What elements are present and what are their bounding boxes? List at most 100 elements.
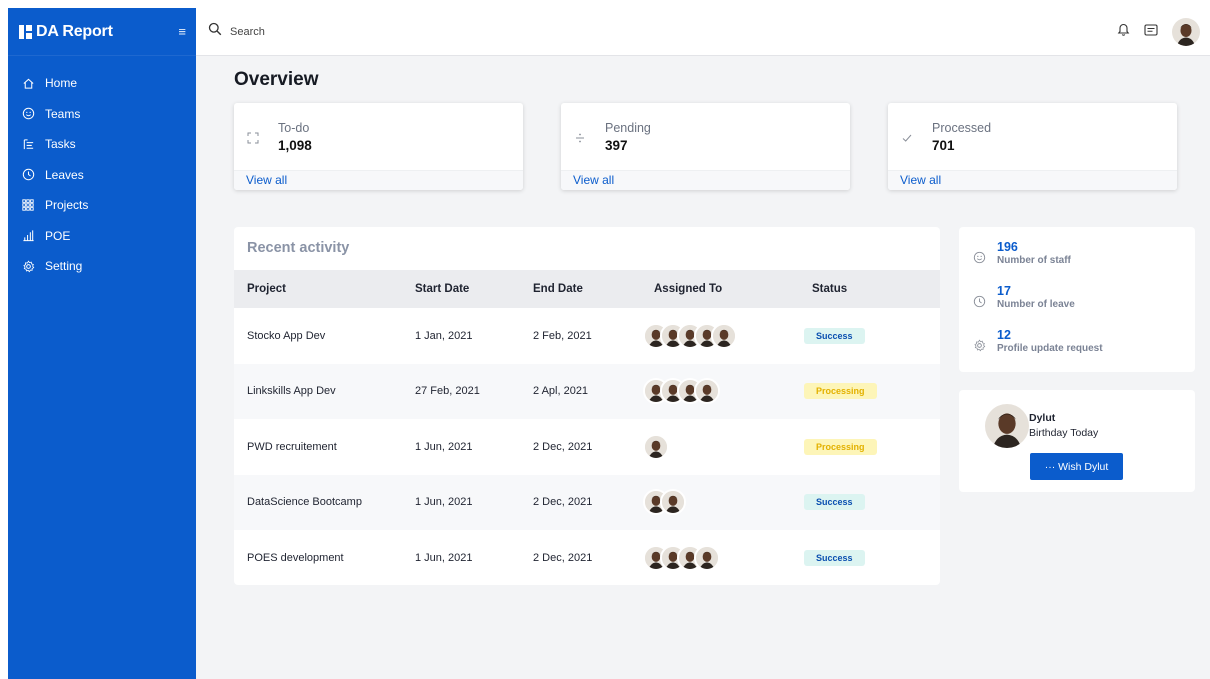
sidebar: DA Report ≡ Home Teams Tasks Leaves Proj… <box>8 8 196 679</box>
assignee-avatar[interactable] <box>660 489 686 516</box>
assignee-avatar[interactable] <box>711 322 737 349</box>
main-content: Overview To-do 1,098 View all Pending <box>196 8 1210 679</box>
topbar-actions <box>1117 17 1200 46</box>
sidebar-item-label: Projects <box>45 198 89 213</box>
clock-icon <box>972 294 986 308</box>
cell-status: Processing <box>804 364 940 420</box>
sidebar-item-leaves[interactable]: Leaves <box>8 160 196 191</box>
cell-assigned-to <box>643 308 804 364</box>
cell-project: PWD recruitement <box>247 440 337 453</box>
recent-activity-panel: Recent activity Project Start Date End D… <box>234 227 940 585</box>
cell-start-date: 1 Jun, 2021 <box>415 496 473 509</box>
sidebar-nav: Home Teams Tasks Leaves Projects POE Set… <box>8 56 196 282</box>
summary-item-leave[interactable]: 17 Number of leave <box>959 284 1195 328</box>
birthday-subtitle: Birthday Today <box>1029 427 1099 439</box>
birthday-name: Dylut <box>1029 412 1056 424</box>
search-icon[interactable] <box>208 22 222 41</box>
assignee-avatar[interactable] <box>694 544 720 571</box>
summary-label: Number of leave <box>997 299 1075 310</box>
column-header-assigned-to: Assigned To <box>654 283 723 295</box>
brand-header: DA Report ≡ <box>8 8 196 56</box>
expand-icon <box>246 131 260 145</box>
stat-label: Pending <box>605 121 651 135</box>
cell-assigned-to <box>643 530 804 585</box>
view-all-link[interactable]: View all <box>888 170 1177 190</box>
search-input[interactable] <box>230 25 530 38</box>
summary-value: 196 <box>997 240 1018 254</box>
cell-project: DataScience Bootcamp <box>247 496 362 509</box>
stat-card-pending: Pending 397 View all <box>561 103 850 190</box>
assignee-avatar[interactable] <box>643 433 669 460</box>
view-all-link[interactable]: View all <box>234 170 523 190</box>
cell-project: POES development <box>247 551 344 564</box>
stat-label: To-do <box>278 121 310 135</box>
avatar <box>985 404 1029 448</box>
topbar <box>196 8 1210 56</box>
sidebar-item-label: Teams <box>45 106 81 121</box>
cell-start-date: 27 Feb, 2021 <box>415 385 480 398</box>
column-header-end-date: End Date <box>533 283 583 295</box>
sidebar-item-projects[interactable]: Projects <box>8 190 196 221</box>
cell-assigned-to <box>643 364 804 420</box>
sidebar-item-teams[interactable]: Teams <box>8 99 196 130</box>
table-row[interactable]: Stocko App Dev 1 Jan, 2021 2 Feb, 2021 Succ… <box>234 308 940 364</box>
menu-toggle-icon[interactable]: ≡ <box>178 24 186 39</box>
table-row[interactable]: Linkskills App Dev 27 Feb, 2021 2 Apl, 202… <box>234 363 940 420</box>
check-icon <box>900 131 914 145</box>
summary-item-staff[interactable]: 196 Number of staff <box>959 240 1195 284</box>
sidebar-item-label: POE <box>45 228 71 243</box>
avatar-group <box>643 322 804 349</box>
cell-status: Processing <box>804 419 940 475</box>
stat-value: 397 <box>605 138 628 153</box>
table-row[interactable]: DataScience Bootcamp 1 Jun, 2021 2 Dec, 20… <box>234 474 940 531</box>
stat-value: 701 <box>932 138 955 153</box>
cell-start-date: 1 Jun, 2021 <box>415 440 473 453</box>
gear-icon <box>20 258 36 274</box>
view-all-link[interactable]: View all <box>561 170 850 190</box>
status-badge: Success <box>804 327 865 344</box>
user-avatar[interactable] <box>1172 17 1200 46</box>
bar-chart-icon <box>20 228 36 244</box>
column-header-start-date: Start Date <box>415 283 470 295</box>
wish-button[interactable]: ··· Wish Dylut <box>1030 453 1123 480</box>
summary-panel: 196 Number of staff 17 Number of leave 1… <box>959 227 1195 372</box>
avatar-group <box>643 433 804 460</box>
cell-status: Success <box>804 308 940 364</box>
stat-card-processed: Processed 701 View all <box>888 103 1177 190</box>
activity-table: Project Start Date End Date Assigned To … <box>234 270 940 585</box>
cell-end-date: 2 Dec, 2021 <box>533 551 593 564</box>
cell-status: Success <box>804 530 940 585</box>
app-window: DA Report ≡ Home Teams Tasks Leaves Proj… <box>8 8 1210 679</box>
summary-label: Profile update request <box>997 343 1103 354</box>
sidebar-item-home[interactable]: Home <box>8 68 196 99</box>
sidebar-item-setting[interactable]: Setting <box>8 251 196 282</box>
cell-assigned-to <box>643 475 804 531</box>
stat-label: Processed <box>932 121 992 135</box>
section-title: Recent activity <box>247 240 350 256</box>
table-row[interactable]: PWD recruitement 1 Jun, 2021 2 Dec, 2021 Pr… <box>234 419 940 475</box>
sidebar-item-label: Setting <box>45 259 83 274</box>
status-badge: Success <box>804 494 865 511</box>
logo-icon <box>19 24 32 39</box>
smiley-icon <box>972 250 986 264</box>
assignee-avatar[interactable] <box>694 378 720 405</box>
divide-icon <box>573 131 587 145</box>
message-icon[interactable] <box>1144 23 1158 41</box>
sidebar-item-poe[interactable]: POE <box>8 221 196 252</box>
sidebar-item-label: Home <box>45 76 78 91</box>
avatar-group <box>643 489 804 516</box>
bell-icon[interactable] <box>1117 22 1130 41</box>
smiley-icon <box>20 106 36 122</box>
table-header-row: Project Start Date End Date Assigned To … <box>234 270 940 308</box>
status-badge: Success <box>804 549 865 566</box>
table-row[interactable]: POES development 1 Jun, 2021 2 Dec, 2021 Su… <box>234 530 940 585</box>
summary-item-profile-requests[interactable]: 12 Profile update request <box>959 328 1195 372</box>
brand-title: DA Report <box>36 22 113 40</box>
tasks-icon <box>20 136 36 152</box>
status-badge: Processing <box>804 383 877 400</box>
sidebar-item-tasks[interactable]: Tasks <box>8 129 196 160</box>
cell-project: Stocko App Dev <box>247 329 326 342</box>
summary-value: 17 <box>997 284 1011 298</box>
home-icon <box>20 75 36 91</box>
sidebar-item-label: Tasks <box>45 137 76 152</box>
